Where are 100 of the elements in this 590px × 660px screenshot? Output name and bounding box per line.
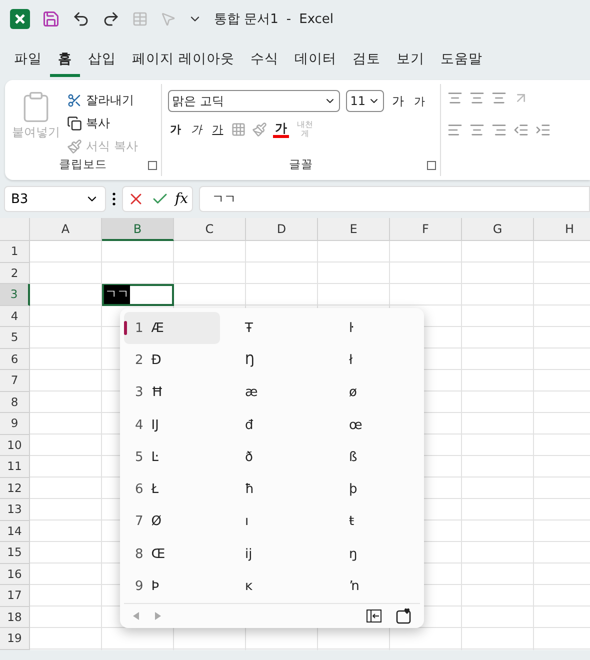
undo-icon[interactable] xyxy=(72,10,90,28)
candidate-item[interactable]: ĸ xyxy=(220,570,324,603)
candidate-item[interactable]: ŀ xyxy=(324,312,420,344)
candidate-item[interactable]: ŉ xyxy=(324,570,420,603)
grow-font-button[interactable]: 가 xyxy=(390,92,406,110)
align-middle-icon[interactable] xyxy=(468,90,485,106)
cut-button[interactable]: 잘라내기 xyxy=(67,90,138,111)
column-header[interactable]: C xyxy=(174,218,246,241)
menu-tab[interactable]: 페이지 레이아웃 xyxy=(124,44,242,76)
candidate-item[interactable]: þ xyxy=(324,473,420,506)
candidate-item[interactable]: æ xyxy=(220,376,324,409)
menu-tab[interactable]: 검토 xyxy=(344,44,388,76)
row-header[interactable]: 11 xyxy=(0,456,30,478)
candidate-item[interactable]: Ŧ xyxy=(220,312,324,344)
candidate-char: Ŀ xyxy=(151,450,159,465)
candidate-item[interactable]: ß xyxy=(324,441,420,474)
column-header[interactable]: G xyxy=(462,218,534,241)
row-header[interactable]: 19 xyxy=(0,628,30,650)
column-header[interactable]: D xyxy=(246,218,318,241)
shrink-font-button[interactable]: 가 xyxy=(412,94,428,108)
insert-function-button[interactable]: fx xyxy=(175,191,188,207)
menu-tab[interactable]: 수식 xyxy=(242,44,286,76)
column-header[interactable]: B xyxy=(102,218,174,241)
column-header[interactable]: F xyxy=(390,218,462,241)
row-header[interactable]: 8 xyxy=(0,392,30,413)
candidate-item[interactable]: ŋ xyxy=(324,538,420,570)
copy-button[interactable]: 복사 xyxy=(67,113,138,134)
menu-tab[interactable]: 파일 xyxy=(6,44,50,76)
font-name-field[interactable]: 맑은 고딕 xyxy=(168,90,340,112)
dialog-launcher-icon[interactable] xyxy=(148,161,158,170)
candidate-item[interactable]: œ xyxy=(324,408,420,442)
row-header[interactable]: 3 xyxy=(0,284,30,306)
candidate-item[interactable]: Ŋ xyxy=(220,344,324,377)
row-header[interactable]: 10 xyxy=(0,434,30,456)
row-header[interactable]: 7 xyxy=(0,370,30,392)
align-right-icon[interactable] xyxy=(490,122,507,138)
row-header[interactable]: 2 xyxy=(0,262,30,284)
row-header[interactable]: 12 xyxy=(0,478,30,499)
candidate-item[interactable]: 8 Œ xyxy=(124,538,220,570)
next-page-icon[interactable] xyxy=(154,610,162,621)
row-header[interactable]: 14 xyxy=(0,520,30,542)
more-icon[interactable] xyxy=(112,192,116,206)
row-header[interactable]: 1 xyxy=(0,241,30,262)
candidate-item[interactable]: ĳ xyxy=(220,538,324,570)
row-header[interactable]: 16 xyxy=(0,564,30,585)
row-header[interactable]: 4 xyxy=(0,306,30,327)
menu-tab[interactable]: 홈 xyxy=(50,44,80,76)
active-cell[interactable]: ㄱㄱ xyxy=(102,284,174,306)
app-name: Excel xyxy=(299,12,334,26)
underline-button[interactable]: 가 xyxy=(210,122,226,136)
redo-icon[interactable] xyxy=(102,10,120,28)
column-header[interactable]: E xyxy=(318,218,390,241)
candidate-item[interactable]: ŧ xyxy=(324,506,420,538)
candidate-item[interactable]: 2 Đ xyxy=(124,344,220,377)
menu-tab[interactable]: 보기 xyxy=(388,44,432,76)
candidate-number: 8 xyxy=(135,546,144,562)
candidate-item[interactable]: 5 Ŀ xyxy=(124,441,220,474)
font-color-button[interactable]: 가 xyxy=(273,120,290,138)
candidate-item[interactable]: 7 Ø xyxy=(124,506,220,538)
row-header[interactable]: 5 xyxy=(0,327,30,348)
font-size-field[interactable]: 11 xyxy=(346,90,384,112)
candidate-item[interactable]: 6 Ł xyxy=(124,473,220,506)
row-header[interactable]: 6 xyxy=(0,348,30,370)
row-header[interactable]: 13 xyxy=(0,499,30,520)
candidate-item[interactable]: 4 Ĳ xyxy=(124,408,220,442)
bold-button[interactable]: 가 xyxy=(168,122,184,136)
menu-tab[interactable]: 데이터 xyxy=(286,44,344,76)
align-left-icon[interactable] xyxy=(446,122,463,138)
candidate-item[interactable]: 9 Þ xyxy=(124,570,220,603)
indent-decrease-icon[interactable] xyxy=(512,122,529,138)
dialog-launcher-icon[interactable] xyxy=(426,161,436,170)
align-bottom-icon[interactable] xyxy=(490,90,507,106)
row-header[interactable]: 17 xyxy=(0,585,30,606)
candidate-item[interactable]: ł xyxy=(324,344,420,377)
save-icon[interactable] xyxy=(42,10,60,28)
row-header[interactable]: 18 xyxy=(0,606,30,628)
candidate-item[interactable]: 3 Ħ xyxy=(124,376,220,409)
menu-tab[interactable]: 도움말 xyxy=(432,44,490,76)
menu-tab[interactable]: 삽입 xyxy=(80,44,124,76)
pointer-icon[interactable] xyxy=(160,11,176,27)
candidate-item[interactable]: ø xyxy=(324,376,420,409)
panel-back-icon[interactable] xyxy=(366,608,382,623)
previous-page-icon[interactable] xyxy=(132,610,140,621)
candidate-item[interactable]: 1 Æ xyxy=(124,312,220,344)
italic-button[interactable]: 가 xyxy=(189,122,204,136)
align-center-icon[interactable] xyxy=(468,122,485,138)
indent-increase-icon[interactable] xyxy=(534,122,551,138)
formula-field[interactable]: ㄱㄱ xyxy=(199,186,590,212)
name-box[interactable]: B3 xyxy=(4,186,106,212)
borders-icon[interactable] xyxy=(231,122,246,136)
candidate-item[interactable]: ð xyxy=(220,441,324,474)
candidate-item[interactable]: ı xyxy=(220,506,324,538)
candidate-item[interactable]: đ xyxy=(220,408,324,442)
row-header[interactable]: 15 xyxy=(0,542,30,564)
column-header[interactable]: H xyxy=(534,218,590,241)
row-header[interactable]: 9 xyxy=(0,413,30,434)
candidate-item[interactable]: ħ xyxy=(220,473,324,506)
column-header[interactable]: A xyxy=(30,218,102,241)
table-icon[interactable] xyxy=(132,11,148,27)
align-top-icon[interactable] xyxy=(446,90,463,106)
